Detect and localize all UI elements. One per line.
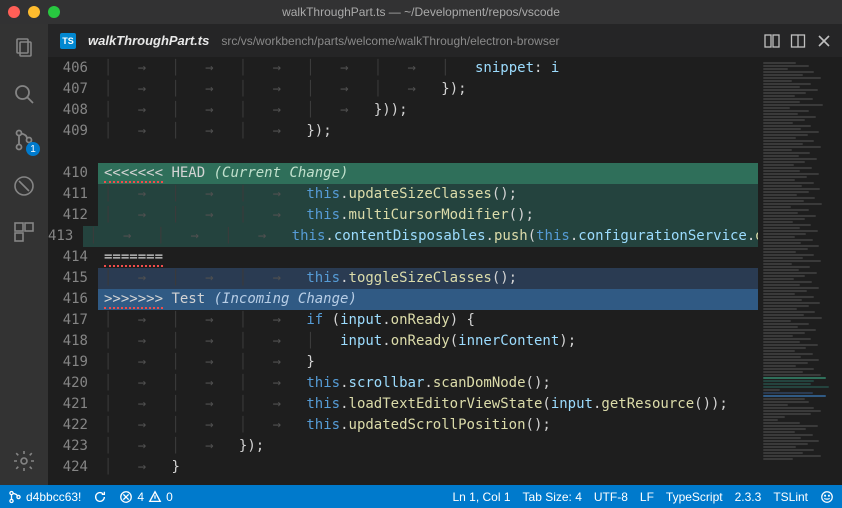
line-number: 406: [48, 58, 98, 79]
conflict-separator: =======: [98, 247, 758, 268]
code-line: │ → │ → │ → │ input.onReady(innerContent…: [98, 331, 758, 352]
code-line: │ → │ → │ → this.updateSizeClasses();: [98, 184, 758, 205]
line-number: 410: [48, 163, 98, 184]
status-ts-version[interactable]: 2.3.3: [735, 490, 762, 504]
line-number: 407: [48, 79, 98, 100]
status-tab-size[interactable]: Tab Size: 4: [523, 490, 582, 504]
scm-badge: 1: [26, 142, 40, 156]
line-number: 415: [48, 268, 98, 289]
compare-diff-icon[interactable]: [764, 33, 780, 49]
status-encoding[interactable]: UTF-8: [594, 490, 628, 504]
minimap[interactable]: [758, 58, 842, 485]
settings-icon[interactable]: [10, 447, 38, 475]
line-number: 411: [48, 184, 98, 205]
workbench-shell: 1 TS walkThroughPart.ts src/vs/workbench…: [0, 24, 842, 485]
conflict-header-incoming: >>>>>>> Test (Incoming Change): [98, 289, 758, 310]
status-language-mode[interactable]: TypeScript: [666, 490, 723, 504]
line-number: 417: [48, 310, 98, 331]
status-feedback-icon[interactable]: [820, 490, 834, 504]
code-line: │ → │ → │ → │ → }));: [98, 100, 758, 121]
editor-tab-actions: [764, 33, 842, 49]
code-line: │ → }: [98, 457, 758, 478]
line-number: 413: [48, 226, 83, 247]
line-number: 408: [48, 100, 98, 121]
code-line: │ → │ → │ → this.contentDisposables.push…: [83, 226, 758, 247]
code-line: │ → │ → │ → });: [98, 121, 758, 142]
editor-area: TS walkThroughPart.ts src/vs/workbench/p…: [48, 24, 842, 485]
conflict-header-current: <<<<<<< HEAD (Current Change): [98, 163, 758, 184]
explorer-icon[interactable]: [10, 34, 38, 62]
code-line: │ → │ → });: [98, 436, 758, 457]
line-number: 418: [48, 331, 98, 352]
code-line: │ → │ → │ → this.toggleSizeClasses();: [98, 268, 758, 289]
extensions-icon[interactable]: [10, 218, 38, 246]
line-number: 422: [48, 415, 98, 436]
merge-codelens: Accept Current Change | Accept Incoming …: [98, 142, 758, 161]
editor-tab-filename[interactable]: walkThroughPart.ts: [88, 33, 209, 48]
file-type-badge: TS: [60, 33, 76, 49]
close-editor-icon[interactable]: [816, 33, 832, 49]
search-icon[interactable]: [10, 80, 38, 108]
line-number: 423: [48, 436, 98, 457]
code-line: │ → │ → │ → this.updatedScrollPosition()…: [98, 415, 758, 436]
line-number: 420: [48, 373, 98, 394]
code-line: │ → │ → │ → this.scrollbar.scanDomNode()…: [98, 373, 758, 394]
code-line: │ → │ → │ → }: [98, 352, 758, 373]
status-cursor-position[interactable]: Ln 1, Col 1: [452, 490, 510, 504]
title-bar: walkThroughPart.ts — ~/Development/repos…: [0, 0, 842, 24]
status-sync-icon[interactable]: [93, 490, 107, 504]
line-number: 421: [48, 394, 98, 415]
line-number: 409: [48, 121, 98, 142]
line-number: 419: [48, 352, 98, 373]
status-problems[interactable]: 4 0: [119, 490, 172, 504]
code-editor[interactable]: 406│ → │ → │ → │ → │ → │ snippet: i 407│…: [48, 58, 842, 485]
code-line: │ → │ → │ → this.loadTextEditorViewState…: [98, 394, 758, 415]
line-number: 412: [48, 205, 98, 226]
split-editor-icon[interactable]: [790, 33, 806, 49]
status-eol[interactable]: LF: [640, 490, 654, 504]
status-linter[interactable]: TSLint: [773, 490, 808, 504]
code-line: │ → │ → │ → │ → │ → │ snippet: i: [98, 58, 758, 79]
code-line: │ → │ → │ → this.multiCursorModifier();: [98, 205, 758, 226]
line-number: 424: [48, 457, 98, 478]
activity-bar: 1: [0, 24, 48, 485]
tab-bar: TS walkThroughPart.ts src/vs/workbench/p…: [48, 24, 842, 58]
debug-icon[interactable]: [10, 172, 38, 200]
code-line: │ → │ → │ → if (input.onReady) {: [98, 310, 758, 331]
status-git-branch[interactable]: d4bbcc63!: [8, 490, 81, 504]
status-bar: d4bbcc63! 4 0 Ln 1, Col 1 Tab Size: 4 UT…: [0, 485, 842, 508]
window-title: walkThroughPart.ts — ~/Development/repos…: [0, 5, 842, 19]
source-control-icon[interactable]: 1: [10, 126, 38, 154]
editor-tab-path: src/vs/workbench/parts/welcome/walkThrou…: [221, 34, 559, 48]
code-line: │ → │ → │ → │ → │ → });: [98, 79, 758, 100]
line-number: 414: [48, 247, 98, 268]
line-number: 416: [48, 289, 98, 310]
